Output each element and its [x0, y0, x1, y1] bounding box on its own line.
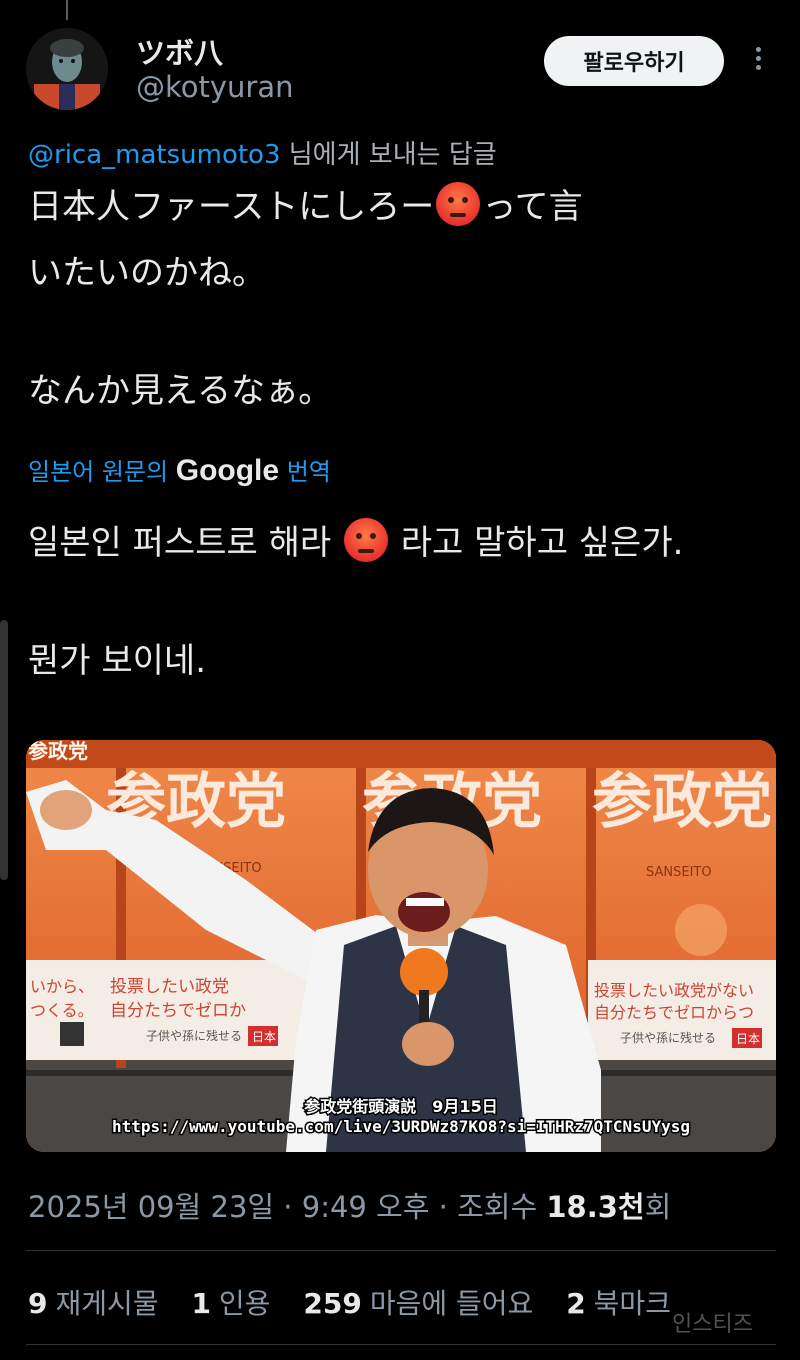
- poster-mid-line3: 子供や孫に残せる: [146, 1029, 242, 1043]
- poster-mid-line2: 自分たちでゼロか: [110, 1001, 246, 1021]
- quotes-label: 인용: [218, 1287, 271, 1320]
- likes-label: 마음에 들어요: [369, 1287, 534, 1320]
- engagement-stats: 9 재게시물 1 인용 259 마음에 들어요 2 북마크: [28, 1282, 695, 1322]
- poster-left-line2: つくる。: [30, 1001, 94, 1020]
- translated-line2: 뭔가 보이네.: [28, 641, 207, 681]
- watermark: 인스티즈: [672, 1312, 753, 1337]
- timestamp-text: 2025년 09월 23일 · 9:49 오후 · 조회수: [28, 1190, 547, 1224]
- banner-text-3: 参政党: [592, 767, 772, 837]
- scroll-edge-indicator: [0, 620, 8, 880]
- reply-context: @rica_matsumoto3 님에게 보내는 답글: [28, 134, 497, 171]
- poster-left-line1: いから、: [30, 977, 94, 996]
- post-timestamp[interactable]: 2025년 09월 23일 · 9:49 오후 · 조회수 18.3천회: [28, 1184, 671, 1226]
- poster-right-line2: 自分たちでゼロからつ: [594, 1003, 754, 1022]
- translated-line1b: 라고 말하고 싶은가.: [389, 523, 684, 563]
- divider: [26, 1250, 776, 1251]
- user-handle[interactable]: @kotyuran: [136, 70, 294, 104]
- poster-mid-badge: 日本: [252, 1030, 276, 1044]
- likes-count: 259: [303, 1287, 362, 1320]
- view-count-suffix: 회: [644, 1190, 672, 1224]
- follow-button[interactable]: 팔로우하기: [544, 36, 724, 86]
- translation-label-suffix: 번역: [279, 458, 331, 486]
- reposts-label: 재게시물: [55, 1287, 159, 1320]
- poster-right-line1: 投票したい政党がない: [594, 981, 754, 1000]
- thread-line: [66, 0, 68, 20]
- post-text-line2: いたいのかね。: [28, 253, 266, 293]
- banner-corner-text: 参政党: [28, 740, 88, 763]
- poster-mid-line1: 投票したい政党: [110, 977, 229, 997]
- media-video-thumbnail[interactable]: 参政党 参政党 参政党 参政党 SANSEITO SANSEITO いから、 つ…: [26, 740, 776, 1152]
- reposts-count: 9: [28, 1287, 48, 1320]
- video-caption-url: https://www.youtube.com/live/3URDWz87KO8…: [112, 1117, 690, 1136]
- translated-line1a: 일본인 퍼스트로 해라: [28, 523, 342, 563]
- reposts-stat[interactable]: 9 재게시물: [28, 1287, 159, 1320]
- likes-stat[interactable]: 259 마음에 들어요: [303, 1287, 533, 1320]
- display-name[interactable]: ツボ八: [136, 30, 223, 72]
- bookmarks-stat[interactable]: 2 북마크: [566, 1287, 671, 1320]
- video-caption-title: 参政党街頭演説 9月15日: [304, 1097, 497, 1116]
- translated-text: 일본인 퍼스트로 해라 라고 말하고 싶은가. 뭔가 보이네.: [28, 510, 768, 694]
- post-text-line3: なんか見えるなぁ。: [28, 371, 333, 411]
- divider: [26, 1344, 776, 1345]
- translation-label-prefix: 일본어 원문의: [28, 458, 176, 486]
- translation-label[interactable]: 일본어 원문의 Google 번역: [28, 452, 331, 488]
- avatar[interactable]: [26, 28, 108, 110]
- post-text-line1b: って言: [482, 187, 583, 227]
- reply-context-label: 님에게 보내는 답글: [280, 140, 497, 170]
- post-text: 日本人ファーストにしろー って言 いたいのかね。 なんか見えるなぁ。: [28, 174, 768, 424]
- post-text-line1a: 日本人ファーストにしろー: [28, 187, 435, 227]
- more-options-icon[interactable]: [746, 44, 770, 76]
- reply-mention-link[interactable]: @rica_matsumoto3: [28, 140, 281, 170]
- poster-right-line3: 子供や孫に残せる: [620, 1031, 716, 1045]
- angry-face-emoji-icon: [343, 518, 388, 562]
- google-logo: Google: [175, 454, 280, 487]
- sanseito-label-2: SANSEITO: [646, 865, 712, 880]
- bookmarks-count: 2: [566, 1287, 586, 1320]
- bookmarks-label: 북마크: [593, 1287, 671, 1320]
- view-count: 18.3천: [546, 1190, 645, 1224]
- quotes-count: 1: [191, 1287, 211, 1320]
- poster-right-badge: 日本: [736, 1032, 760, 1046]
- avatar-image: [26, 28, 108, 110]
- quotes-stat[interactable]: 1 인용: [191, 1287, 270, 1320]
- video-frame: 参政党 参政党 参政党 参政党 SANSEITO SANSEITO いから、 つ…: [26, 740, 776, 1152]
- angry-face-emoji-icon: [436, 182, 481, 226]
